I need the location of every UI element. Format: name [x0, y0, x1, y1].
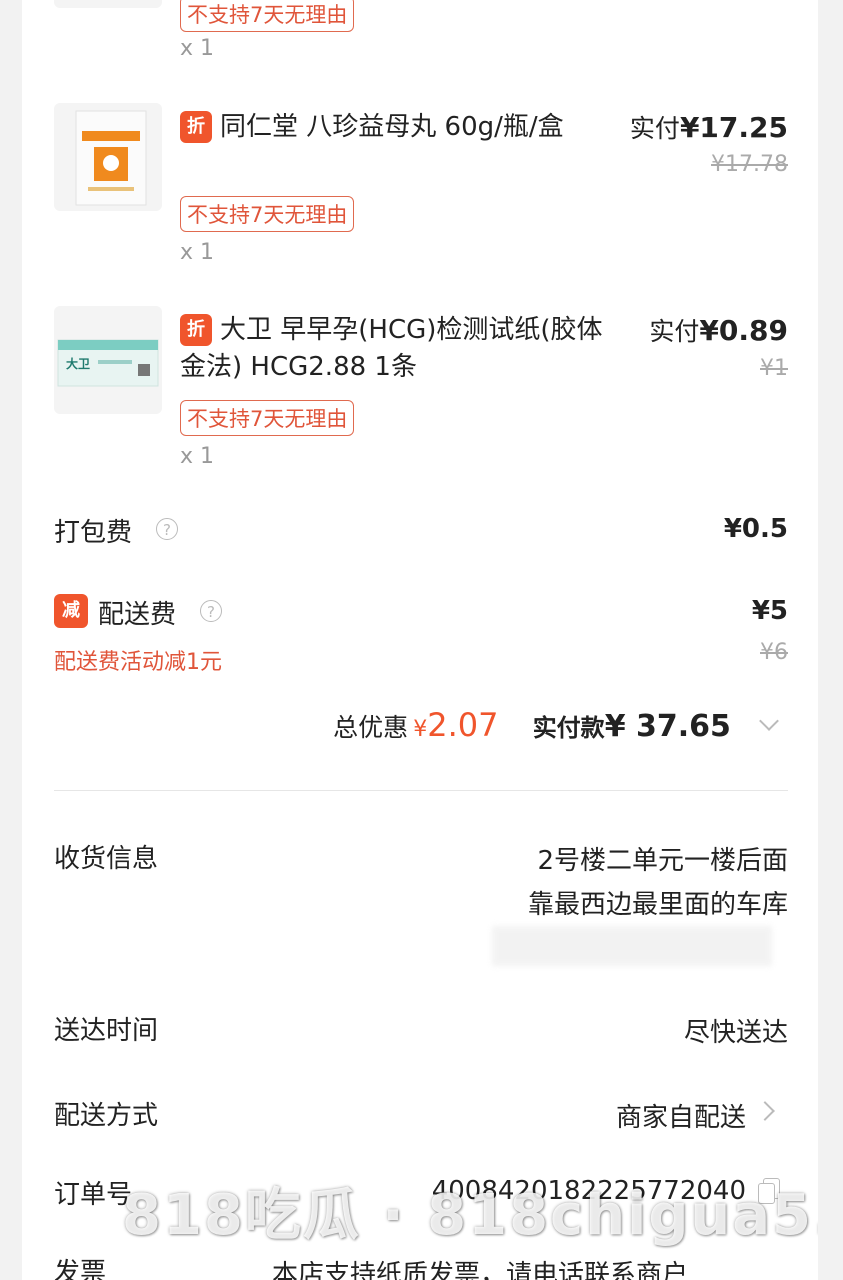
discount-currency: ¥ — [413, 717, 428, 742]
paid-price: 实付¥0.89 — [649, 312, 788, 348]
product-image-hcg[interactable]: 大卫 — [54, 306, 162, 414]
address-line-2: 靠最西边最里面的车库 — [527, 890, 788, 920]
no-return-tag: 不支持7天无理由 — [180, 400, 355, 436]
delivery-time-value: 尽快送达 — [683, 1018, 788, 1048]
delivery-time-label: 送达时间 — [54, 1016, 159, 1046]
delivery-promo-text: 配送费活动减1元 — [54, 650, 222, 675]
original-price: ¥1 — [760, 356, 788, 381]
delivery-fee-original: ¥6 — [760, 640, 788, 665]
paid-amount: ¥0.89 — [699, 314, 788, 347]
item-quantity: x 1 — [180, 36, 215, 61]
no-return-tag: 不支持7天无理由 — [180, 196, 355, 232]
packing-fee-label: 打包费 — [54, 518, 133, 548]
total-summary[interactable]: 总优惠 ¥2.07 实付款¥ 37.65 — [333, 706, 788, 744]
invoice-label: 发票 — [54, 1258, 107, 1280]
product-image-bazhen[interactable] — [54, 103, 162, 211]
redacted-address — [272, 838, 497, 878]
svg-text:大卫: 大卫 — [66, 356, 90, 371]
paid-amount: ¥17.25 — [679, 111, 788, 144]
delivery-method-value[interactable]: 商家自配送 — [616, 1097, 746, 1134]
divider — [54, 790, 788, 791]
product-image-prev[interactable] — [54, 0, 162, 8]
paid-price: 实付¥17.25 — [630, 109, 788, 145]
address-label: 收货信息 — [54, 844, 159, 874]
delivery-fee-value: ¥5 — [751, 596, 788, 626]
paid-label: 实付 — [629, 114, 680, 143]
help-icon[interactable]: ? — [200, 600, 222, 622]
watermark: 818吃瓜 · 818chigua5.com — [122, 1183, 818, 1248]
item-quantity: x 1 — [180, 240, 215, 265]
product-box-icon — [75, 110, 147, 206]
address-line-1: 2号楼二单元一楼后面 — [537, 846, 788, 876]
delivery-method-label: 配送方式 — [54, 1101, 159, 1131]
reduction-badge: 减 — [54, 594, 88, 628]
original-price: ¥17.78 — [711, 152, 788, 177]
product-box-icon: 大卫 — [57, 339, 159, 387]
discount-label: 总优惠 — [333, 713, 409, 742]
delivery-fee-label: 配送费 — [98, 600, 177, 630]
product-name[interactable]: 大卫 早早孕(HCG)检测试纸(胶体金法) HCG2.88 1条 — [180, 312, 610, 386]
discount-value: 2.07 — [427, 706, 499, 744]
paid-total-value: ¥ 37.65 — [604, 709, 731, 744]
help-icon[interactable]: ? — [156, 518, 178, 540]
order-number-label: 订单号 — [54, 1180, 133, 1210]
chevron-right-icon[interactable] — [755, 1101, 775, 1121]
paid-label: 实付 — [649, 317, 700, 346]
packing-fee-value: ¥0.5 — [723, 514, 788, 544]
product-name[interactable]: 同仁堂 八珍益母丸 60g/瓶/盒 — [180, 109, 590, 146]
product-name-text: 同仁堂 八珍益母丸 60g/瓶/盒 — [220, 112, 564, 142]
order-detail-card: 不支持7天无理由 x 1 折 同仁堂 八珍益母丸 60g/瓶/盒 实付¥17.2… — [22, 0, 818, 1280]
redacted-contact — [492, 926, 772, 966]
paid-total-label: 实付款 — [532, 714, 605, 742]
item-quantity: x 1 — [180, 444, 215, 469]
product-name-text: 大卫 早早孕(HCG)检测试纸(胶体金法) HCG2.88 1条 — [180, 315, 603, 382]
no-return-tag: 不支持7天无理由 — [180, 0, 355, 32]
invoice-value: 本店支持纸质发票，请电话联系商户 — [272, 1260, 689, 1280]
